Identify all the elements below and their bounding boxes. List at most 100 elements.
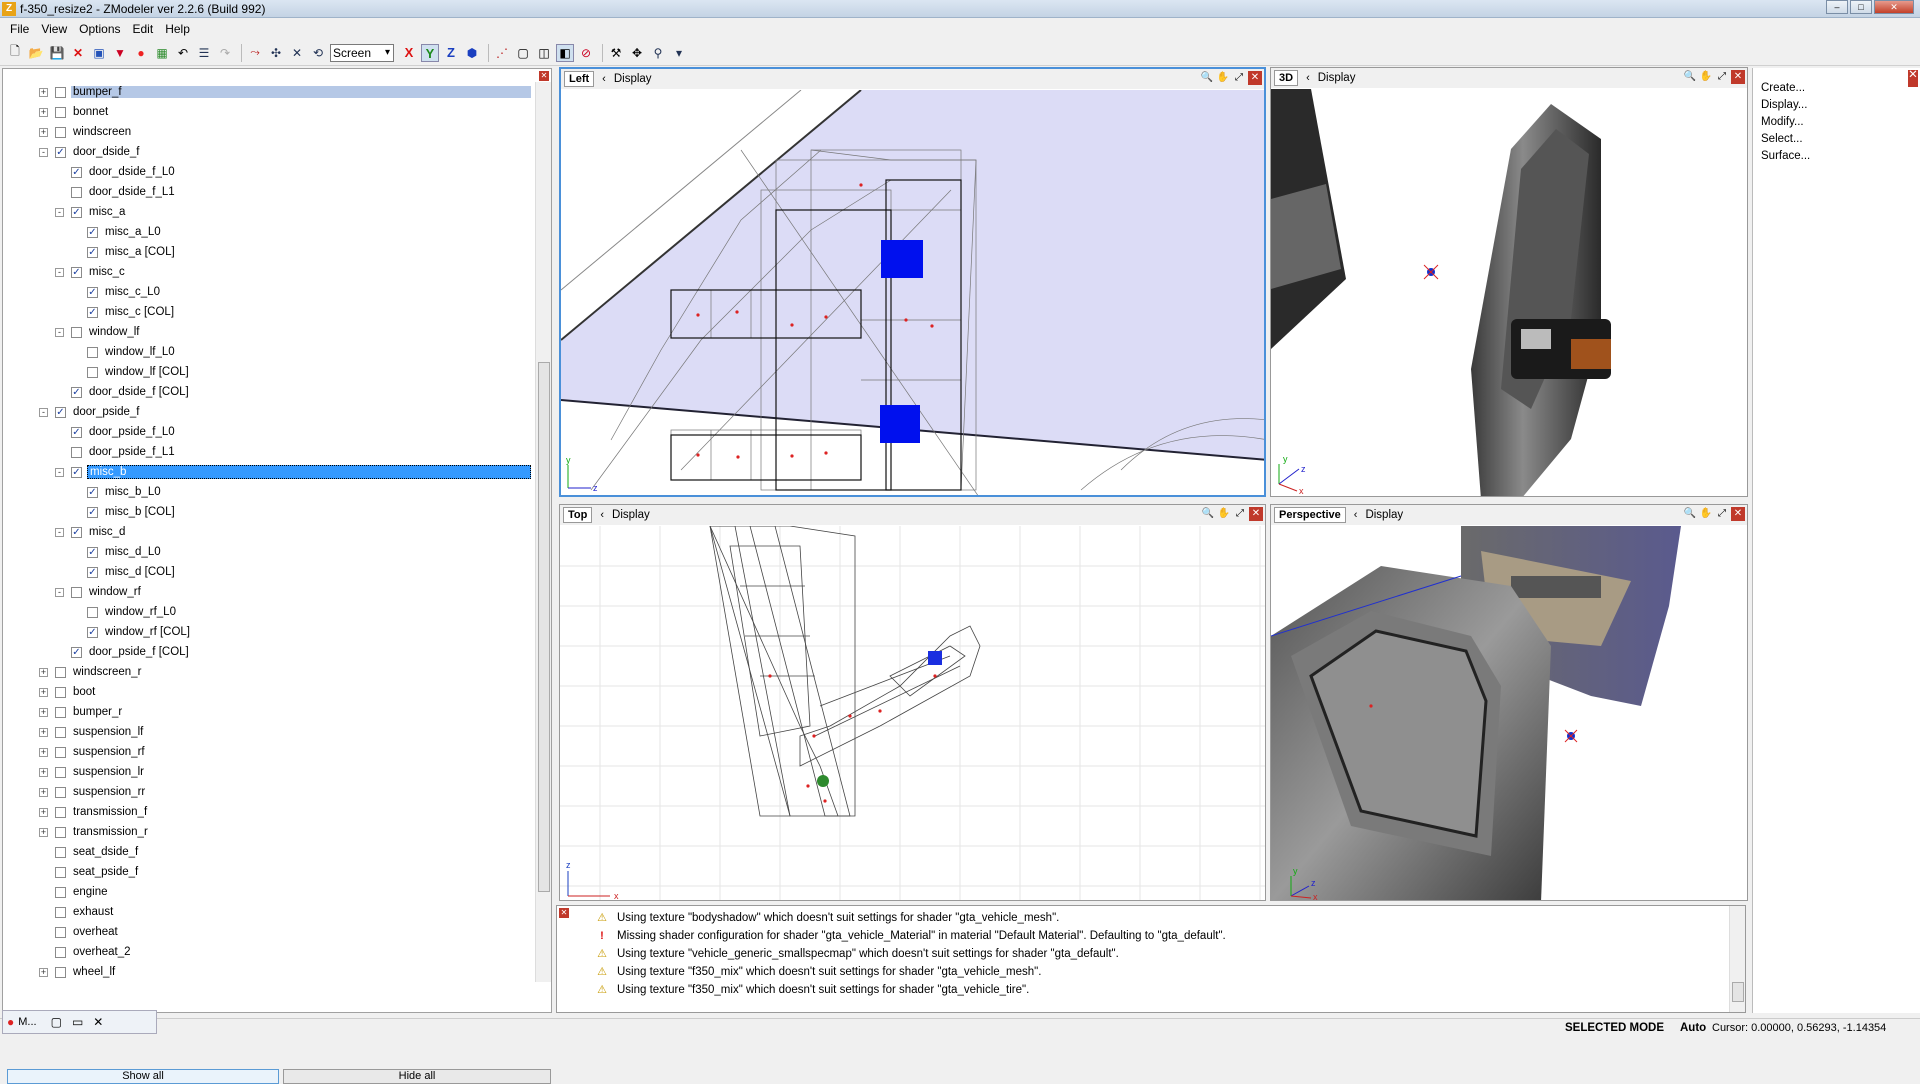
object-mode-icon[interactable]: ◧ [556,43,574,62]
tree-item[interactable]: - ✓ misc_d [3,522,535,542]
tree-item[interactable]: ✓ misc_d_L0 [3,542,535,562]
pan-icon[interactable]: ✋ [1699,507,1713,521]
tree-item[interactable]: - window_rf [3,582,535,602]
import-icon[interactable]: ▣ [90,44,108,62]
visibility-checkbox[interactable]: ✓ [87,626,98,638]
export-icon[interactable]: ▼ [111,44,129,62]
chevron-left-icon[interactable]: ‹ [602,73,606,85]
tree-item[interactable]: ✓ misc_a_L0 [3,222,535,242]
display-menu[interactable]: Display [614,73,652,85]
visibility-checkbox[interactable]: ✓ [71,206,82,218]
open-file-icon[interactable]: 📂 [27,44,45,62]
menu-view[interactable]: View [35,22,73,36]
visibility-checkbox[interactable] [55,86,66,98]
tree-item[interactable]: seat_dside_f [3,842,535,862]
tree-item[interactable]: - ✓ misc_c [3,262,535,282]
log-scrollbar[interactable] [1729,906,1745,1012]
modify-menu[interactable]: Modify... [1761,116,1920,133]
properties-icon[interactable]: ☰ [195,44,213,62]
expand-icon[interactable]: + [39,667,48,677]
menu-options[interactable]: Options [73,22,126,36]
visibility-checkbox[interactable] [71,186,82,198]
expand-icon[interactable]: + [39,707,48,717]
visibility-checkbox[interactable] [55,806,66,818]
visibility-checkbox[interactable]: ✓ [71,526,82,538]
tree-item[interactable]: - ✓ door_dside_f [3,142,535,162]
visibility-checkbox[interactable] [55,886,66,898]
vertex-mode-icon[interactable]: ⋰ [493,44,511,62]
expand-icon[interactable]: + [39,87,48,97]
visibility-checkbox[interactable]: ✓ [87,506,98,518]
collapse-icon[interactable]: - [55,587,64,597]
visibility-checkbox[interactable] [55,786,66,798]
display-menu[interactable]: Display [612,509,650,521]
tree-item[interactable]: - ✓ misc_b [3,462,535,482]
visibility-checkbox[interactable]: ✓ [71,646,82,658]
display-menu[interactable]: Display [1365,509,1403,521]
restore-icon[interactable]: ▢ [51,1015,62,1029]
visibility-checkbox[interactable]: ✓ [71,466,82,478]
collapse-icon[interactable]: - [39,147,48,157]
tree-item[interactable]: ✓ door_pside_f [COL] [3,642,535,662]
viewport-name[interactable]: Perspective [1274,507,1346,523]
minimized-window[interactable]: ● M... ▢ ▭ ✕ [2,1010,157,1034]
viewport-3d[interactable]: 3D ‹ Display 🔍 ✋ ⤢ ✕ y z x [1270,67,1748,497]
redo-icon[interactable]: ↷ [216,44,234,62]
tree-item[interactable]: + windscreen_r [3,662,535,682]
tree-item[interactable]: ✓ door_pside_f_L0 [3,422,535,442]
tree-item[interactable]: ✓ misc_c_L0 [3,282,535,302]
expand-icon[interactable]: + [39,747,48,757]
collapse-icon[interactable]: - [55,467,64,477]
visibility-checkbox[interactable]: ✓ [71,266,82,278]
pivot-icon[interactable]: ✥ [628,44,646,62]
record-icon[interactable]: ● [132,44,150,62]
tree-item[interactable]: + wheel_lf [3,962,535,982]
chevron-left-icon[interactable]: ‹ [600,509,604,521]
pan-icon[interactable]: ✋ [1217,507,1231,521]
scrollbar-thumb[interactable] [1732,982,1744,1002]
tree-item[interactable]: exhaust [3,902,535,922]
tree-item[interactable]: - ✓ misc_a [3,202,535,222]
visibility-checkbox[interactable] [87,346,98,358]
visibility-checkbox[interactable]: ✓ [87,286,98,298]
expand-icon[interactable]: + [39,787,48,797]
visibility-checkbox[interactable]: ✓ [87,486,98,498]
maximize-viewport-icon[interactable]: ⤢ [1233,507,1247,521]
surface-menu[interactable]: Surface... [1761,150,1920,167]
visibility-checkbox[interactable] [55,926,66,938]
tree-item[interactable]: + transmission_r [3,822,535,842]
show-all-button[interactable]: Show all [7,1069,279,1084]
viewport-perspective[interactable]: Perspective ‹ Display 🔍 ✋ ⤢ ✕ y z x [1270,504,1748,901]
expand-icon[interactable]: + [39,687,48,697]
close-icon[interactable]: ✕ [539,71,549,81]
tree-item[interactable]: + windscreen [3,122,535,142]
move-tool-icon[interactable]: ✣ [267,44,285,62]
coordinate-system-select[interactable]: Screen [330,43,394,62]
visibility-checkbox[interactable]: ✓ [71,166,82,178]
tree-item[interactable]: - ✓ door_pside_f [3,402,535,422]
axis-z-button[interactable]: Z [442,44,460,62]
visibility-checkbox[interactable] [87,366,98,378]
tree-item[interactable]: engine [3,882,535,902]
zoom-icon[interactable]: 🔍 [1683,70,1697,84]
tree-item[interactable]: + suspension_lf [3,722,535,742]
tree-item[interactable]: ✓ misc_b [COL] [3,502,535,522]
tree-item[interactable]: ✓ window_rf [COL] [3,622,535,642]
maximize-viewport-icon[interactable]: ⤢ [1232,71,1246,85]
tree-item[interactable]: ✓ door_dside_f [COL] [3,382,535,402]
delete-icon[interactable]: ✕ [69,44,87,62]
tree-item[interactable]: + boot [3,682,535,702]
visibility-checkbox[interactable] [71,586,82,598]
collapse-icon[interactable]: - [39,407,48,417]
visibility-checkbox[interactable] [71,326,82,338]
expand-icon[interactable]: + [39,827,48,837]
tree-item[interactable]: + bumper_r [3,702,535,722]
close-icon[interactable]: ✕ [559,908,569,918]
shape-icon[interactable]: ⬢ [463,44,481,62]
zoom-icon[interactable]: 🔍 [1201,507,1215,521]
visibility-checkbox[interactable] [55,966,66,978]
close-icon[interactable]: ✕ [1908,69,1918,87]
scale-tool-icon[interactable]: ✕ [288,44,306,62]
tree-item[interactable]: door_pside_f_L1 [3,442,535,462]
axis-x-button[interactable]: X [400,44,418,62]
